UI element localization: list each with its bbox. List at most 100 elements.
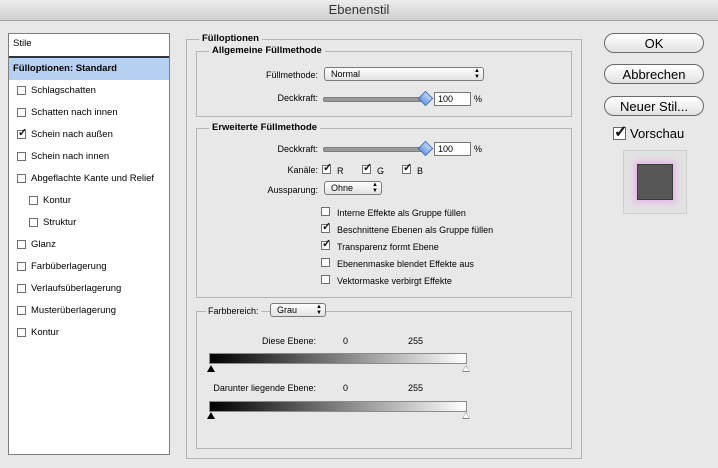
- bevel-emboss-checkbox[interactable]: [17, 174, 26, 183]
- outer-glow-checkbox[interactable]: [17, 126, 27, 140]
- this-layer-black-slider[interactable]: [207, 365, 215, 372]
- style-item-bevel-emboss[interactable]: Abgeflachte Kante und Relief: [9, 168, 169, 190]
- transparency-shapes-label: Transparenz formt Ebene: [337, 242, 439, 252]
- style-item-pattern-overlay[interactable]: Musterüberlagerung: [9, 300, 169, 322]
- ok-button[interactable]: OK: [604, 33, 704, 53]
- clipped-layers-checkbox[interactable]: [321, 220, 331, 234]
- texture-checkbox[interactable]: [29, 218, 38, 227]
- style-item-color-overlay[interactable]: Farbüberlagerung: [9, 256, 169, 278]
- gradient-overlay-checkbox[interactable]: [17, 284, 26, 293]
- style-item-drop-shadow[interactable]: Schlagschatten: [9, 80, 169, 102]
- this-layer-high-value: 255: [408, 336, 424, 346]
- blend-if-label: Farbbereich:: [206, 305, 261, 317]
- opacity-input[interactable]: 100: [434, 92, 471, 106]
- channel-b-label: B: [417, 166, 424, 176]
- internal-effects-checkbox[interactable]: [321, 207, 330, 216]
- inner-glow-checkbox[interactable]: [17, 152, 26, 161]
- styles-list: Stile Fülloptionen: Standard Schlagschat…: [8, 33, 170, 455]
- layer-mask-hides-checkbox[interactable]: [321, 258, 330, 267]
- fill-opacity-unit: %: [474, 144, 483, 154]
- knockout-select[interactable]: Ohne ▲ ▼: [324, 181, 382, 195]
- satin-checkbox[interactable]: [17, 240, 26, 249]
- style-item-label: Schein nach außen: [31, 129, 113, 140]
- style-item-label: Fülloptionen: Standard: [13, 63, 117, 74]
- opacity-unit: %: [474, 94, 483, 104]
- style-item-inner-shadow[interactable]: Schatten nach innen: [9, 102, 169, 124]
- preview-checkbox[interactable]: [613, 122, 627, 142]
- style-item-gradient-overlay[interactable]: Verlaufsüberlagerung: [9, 278, 169, 300]
- underlying-high-value: 255: [408, 383, 424, 393]
- knockout-label: Aussparung:: [267, 185, 318, 195]
- style-item-blending-options[interactable]: Fülloptionen: Standard: [9, 58, 169, 80]
- this-layer-white-slider[interactable]: [462, 365, 470, 372]
- style-item-texture[interactable]: Struktur: [9, 212, 169, 234]
- style-item-label: Schein nach innen: [31, 151, 110, 162]
- fill-opacity-slider-track[interactable]: [323, 147, 430, 152]
- vector-mask-hides-label: Vektormaske verbirgt Effekte: [337, 276, 452, 286]
- fill-options-title: Fülloptionen: [199, 33, 262, 45]
- channel-g-checkbox[interactable]: [362, 161, 372, 175]
- up-down-arrows-icon: ▲ ▼: [474, 68, 480, 80]
- underlying-low-value: 0: [343, 383, 349, 393]
- style-item-label: Farbüberlagerung: [31, 261, 107, 272]
- blend-if-select[interactable]: Grau ▲ ▼: [270, 303, 326, 317]
- underlying-gradient-bar: [209, 401, 467, 412]
- this-layer-label: Diese Ebene:: [261, 336, 316, 346]
- this-layer-low-value: 0: [343, 336, 349, 346]
- up-down-arrows-icon: ▲ ▼: [372, 182, 378, 194]
- opacity-label: Deckkraft:: [277, 93, 318, 103]
- color-overlay-checkbox[interactable]: [17, 262, 26, 271]
- blend-mode-label: Füllmethode:: [265, 70, 318, 80]
- opacity-slider-track[interactable]: [323, 97, 430, 102]
- internal-effects-label: Interne Effekte als Gruppe füllen: [337, 208, 466, 218]
- underlying-layer-label: Darunter liegende Ebene:: [213, 383, 316, 393]
- vector-mask-hides-checkbox[interactable]: [321, 275, 330, 284]
- style-item-label: Schlagschatten: [31, 85, 96, 96]
- fill-opacity-input[interactable]: 100: [434, 142, 471, 156]
- style-item-label: Verlaufsüberlagerung: [31, 283, 122, 294]
- new-style-button[interactable]: Neuer Stil...: [604, 96, 704, 116]
- style-item-label: Kontur: [31, 327, 59, 338]
- preview-swatch: [637, 164, 673, 200]
- channel-b-checkbox[interactable]: [402, 161, 412, 175]
- window-title-bar: Ebenenstil: [0, 0, 718, 21]
- fill-opacity-label: Deckkraft:: [277, 144, 318, 154]
- style-item-label: Glanz: [31, 239, 56, 250]
- styles-list-header[interactable]: Stile: [9, 34, 169, 58]
- blend-mode-value: Normal: [331, 69, 361, 79]
- style-item-satin[interactable]: Glanz: [9, 234, 169, 256]
- up-down-arrows-icon: ▲ ▼: [316, 304, 322, 316]
- style-item-label: Abgeflachte Kante und Relief: [31, 173, 155, 184]
- underlying-black-slider[interactable]: [207, 412, 215, 419]
- advanced-blending-title: Erweiterte Füllmethode: [209, 122, 321, 134]
- blend-mode-select[interactable]: Normal ▲ ▼: [324, 67, 484, 81]
- style-item-stroke[interactable]: Kontur: [9, 322, 169, 344]
- this-layer-gradient-bar: [209, 353, 467, 364]
- stroke-checkbox[interactable]: [17, 328, 26, 337]
- channel-g-label: G: [377, 166, 385, 176]
- inner-shadow-checkbox[interactable]: [17, 108, 26, 117]
- style-item-contour[interactable]: Kontur: [9, 190, 169, 212]
- clipped-layers-label: Beschnittene Ebenen als Gruppe füllen: [337, 225, 494, 235]
- contour-checkbox[interactable]: [29, 196, 38, 205]
- channel-r-checkbox[interactable]: [322, 161, 332, 175]
- general-blending-title: Allgemeine Füllmethode: [209, 45, 325, 57]
- style-item-label: Struktur: [43, 217, 77, 228]
- blend-if-group: [196, 311, 572, 449]
- blend-if-value: Grau: [277, 305, 298, 315]
- knockout-value: Ohne: [331, 183, 354, 193]
- drop-shadow-checkbox[interactable]: [17, 86, 26, 95]
- underlying-white-slider[interactable]: [462, 412, 470, 419]
- pattern-overlay-checkbox[interactable]: [17, 306, 26, 315]
- style-item-outer-glow[interactable]: Schein nach außen: [9, 124, 169, 146]
- style-item-label: Musterüberlagerung: [31, 305, 117, 316]
- general-blending-group: Allgemeine Füllmethode: [196, 45, 572, 117]
- style-item-label: Kontur: [43, 195, 71, 206]
- cancel-button[interactable]: Abbrechen: [604, 64, 704, 84]
- preview-label: Vorschau: [630, 126, 685, 141]
- channels-label: Kanäle:: [287, 165, 318, 175]
- style-item-inner-glow[interactable]: Schein nach innen: [9, 146, 169, 168]
- transparency-shapes-checkbox[interactable]: [321, 237, 331, 251]
- preview-thumbnail: [623, 150, 687, 214]
- layer-mask-hides-label: Ebenenmaske blendet Effekte aus: [337, 259, 474, 269]
